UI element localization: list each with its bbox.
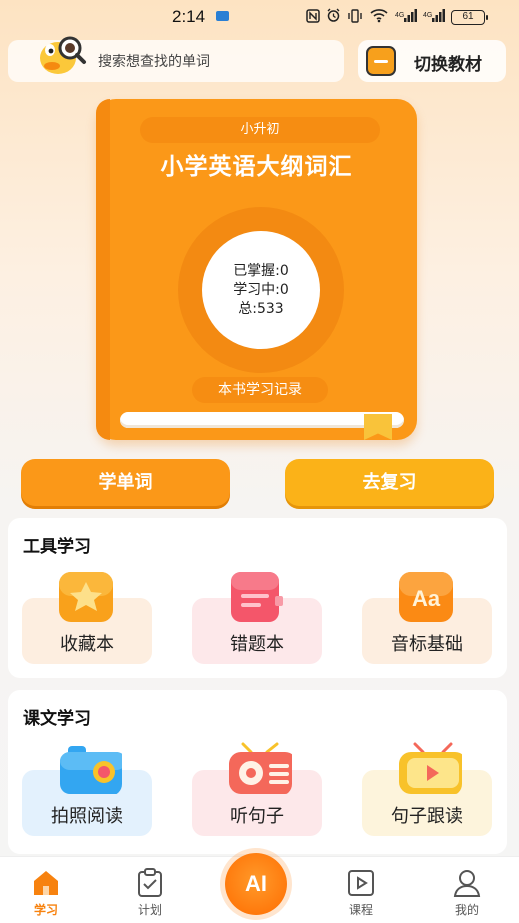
switch-icon: [366, 46, 396, 76]
progress-ring: 已掌握:0 学习中:0 总:533: [178, 207, 344, 373]
signal-icon: 4G: [423, 8, 445, 26]
battery-icon: 61: [451, 9, 488, 25]
tv-play-icon: [399, 742, 462, 794]
phonetic-aa-icon: Aa: [399, 572, 453, 622]
tool-mistakes[interactable]: 错题本: [192, 572, 322, 664]
svg-text:Aa: Aa: [412, 586, 441, 611]
lessons-panel: 课文学习 拍照阅读 听句子 句子跟读: [8, 690, 507, 854]
textbook-card[interactable]: 小升初 小学英语大纲词汇 已掌握:0 学习中:0 总:533 本书学习记录: [96, 99, 417, 440]
total-count: 总:533: [238, 300, 284, 317]
tools-title: 工具学习: [23, 537, 91, 557]
lesson-listen-sentence-label: 听句子: [230, 806, 284, 827]
nav-item-plan[interactable]: 计划: [110, 863, 190, 917]
tools-panel: 工具学习 收藏本 错题本 Aa 音标基础: [8, 518, 507, 678]
nav-item-study[interactable]: 学习: [6, 863, 86, 917]
book-pages: [120, 412, 404, 428]
vibrate-icon: [347, 8, 363, 26]
wifi-icon: [369, 8, 389, 26]
play-box-icon: [348, 870, 374, 896]
ai-button[interactable]: AI: [225, 853, 287, 915]
study-record-button[interactable]: 本书学习记录: [192, 377, 328, 403]
nav-item-course[interactable]: 课程: [321, 863, 401, 917]
tool-favorites-label: 收藏本: [60, 634, 114, 655]
status-time: 2:14: [172, 7, 206, 26]
nav-label-mine: 我的: [454, 903, 479, 917]
tool-favorites[interactable]: 收藏本: [22, 572, 152, 664]
camera-icon: [60, 746, 122, 794]
signal-icon: 4G: [395, 8, 417, 26]
nav-label-study: 学习: [33, 903, 58, 917]
book-title: 小学英语大纲词汇: [160, 154, 353, 180]
tool-phonetics-label: 音标基础: [391, 634, 463, 655]
search-placeholder: 搜索想查找的单词: [98, 54, 210, 70]
tool-phonetics[interactable]: Aa 音标基础: [362, 572, 492, 664]
lessons-title: 课文学习: [23, 709, 91, 729]
lesson-follow-reading-label: 句子跟读: [391, 806, 463, 827]
lesson-follow-reading[interactable]: 句子跟读: [362, 742, 492, 836]
user-icon: [453, 870, 481, 897]
book-grade-tag: 小升初: [140, 117, 380, 143]
svg-text:4G: 4G: [395, 12, 404, 19]
bottom-nav: 学习 计划 AI 课程 我的: [0, 853, 519, 923]
search-bar[interactable]: 搜索想查找的单词: [8, 36, 344, 82]
alarm-icon: [326, 8, 341, 26]
switch-textbook-label: 切换教材: [414, 55, 482, 75]
nav-label-plan: 计划: [137, 903, 162, 917]
nfc-icon: [306, 8, 320, 26]
lesson-photo-reading[interactable]: 拍照阅读: [22, 746, 152, 836]
svg-text:4G: 4G: [423, 12, 432, 19]
switch-textbook-button[interactable]: 切换教材: [358, 40, 506, 82]
bookmark-icon: [364, 414, 392, 440]
nav-item-mine[interactable]: 我的: [427, 863, 507, 917]
status-icons: 4G 4G 61: [306, 8, 488, 26]
progress-stats: 已掌握:0 学习中:0 总:533: [202, 231, 320, 349]
mascot-magnifier-icon: [40, 36, 86, 74]
star-icon: [59, 572, 113, 622]
clipboard-check-icon: [138, 868, 162, 897]
mastered-count: 已掌握:0: [233, 262, 289, 279]
learn-words-button[interactable]: 学单词: [21, 459, 230, 506]
tool-mistakes-label: 错题本: [230, 634, 284, 655]
home-icon: [34, 871, 58, 895]
status-bar: 2:14 4G 4G 61: [0, 0, 519, 34]
learning-count: 学习中:0: [233, 281, 289, 298]
lesson-listen-sentence[interactable]: 听句子: [192, 742, 322, 836]
review-button[interactable]: 去复习: [285, 459, 494, 506]
radio-icon: [229, 742, 292, 794]
app-notification-icon: [216, 11, 229, 21]
lesson-photo-reading-label: 拍照阅读: [51, 806, 123, 827]
nav-label-course: 课程: [348, 903, 373, 917]
notebook-icon: [231, 572, 283, 622]
